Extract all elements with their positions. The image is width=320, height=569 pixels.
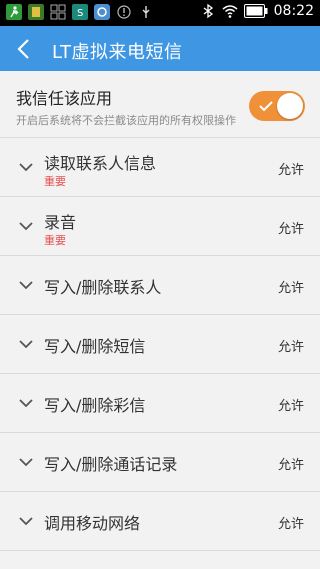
app-icon — [28, 4, 44, 20]
permission-row[interactable]: 写入/删除彩信 允许 — [0, 374, 320, 433]
battery-icon — [243, 4, 268, 18]
permission-status[interactable]: 允许 — [278, 454, 304, 473]
important-tag: 重要 — [44, 234, 66, 247]
permission-status[interactable]: 允许 — [278, 159, 304, 178]
info-icon — [117, 5, 131, 19]
important-tag: 重要 — [44, 175, 66, 188]
permission-label: 录音 — [44, 213, 77, 232]
permission-label: 写入/删除联系人 — [44, 278, 162, 297]
permission-label: 调用移动网络 — [44, 514, 141, 533]
trust-app-title: 我信任该应用 — [16, 89, 113, 108]
chevron-down-icon — [19, 281, 33, 290]
status-bar: S 08:22 — [0, 0, 320, 26]
permission-row[interactable]: 写入/删除短信 允许 — [0, 315, 320, 374]
grid-icon — [50, 4, 66, 20]
update-icon — [94, 4, 110, 20]
permission-status[interactable]: 允许 — [278, 218, 304, 237]
back-button[interactable] — [12, 35, 38, 63]
usb-icon — [142, 6, 150, 18]
permission-status[interactable]: 允许 — [278, 395, 304, 414]
permission-row[interactable]: 写入/删除联系人 允许 — [0, 256, 320, 315]
svg-text:S: S — [77, 8, 83, 19]
chevron-down-icon — [19, 399, 33, 408]
permission-status[interactable]: 允许 — [278, 513, 304, 532]
permission-label: 写入/删除短信 — [44, 337, 146, 356]
s-icon: S — [72, 4, 88, 20]
permission-row[interactable]: 读取联系人信息重要 允许 — [0, 138, 320, 197]
page-title: LT虚拟来电短信 — [52, 42, 183, 63]
chevron-down-icon — [19, 163, 33, 172]
trust-app-description: 开启后系统将不会拦截该应用的所有权限操作 — [16, 114, 236, 127]
notification-icons: S — [6, 4, 154, 20]
permission-row[interactable]: 写入/删除通话记录 允许 — [0, 433, 320, 492]
chevron-down-icon — [19, 517, 33, 526]
system-icons: 08:22 — [200, 3, 314, 19]
wifi-icon — [222, 5, 238, 18]
chevron-down-icon — [19, 340, 33, 349]
clock: 08:22 — [273, 3, 314, 19]
bluetooth-icon — [203, 3, 213, 19]
permission-list: 读取联系人信息 重要 允许 录音 重要 允许 写入/删除联系人 允许 写入/删除短信 允许 写入/删… — [0, 138, 320, 551]
chevron-down-icon — [19, 458, 33, 467]
runner-icon — [6, 4, 22, 20]
permission-row[interactable]: 调用移动网络 允许 — [0, 492, 320, 551]
toggle-knob — [277, 93, 303, 119]
chevron-down-icon — [19, 222, 33, 231]
permission-status[interactable]: 允许 — [278, 277, 304, 296]
permission-row[interactable]: 录音重要 允许 — [0, 197, 320, 256]
permission-status[interactable]: 允许 — [278, 336, 304, 355]
trust-app-toggle[interactable] — [249, 91, 305, 121]
permission-label: 读取联系人信息 — [44, 154, 157, 173]
permission-label: 写入/删除彩信 — [44, 396, 146, 415]
permission-label: 写入/删除通话记录 — [44, 455, 178, 474]
check-icon — [259, 101, 273, 112]
app-bar: LT虚拟来电短信 — [0, 26, 320, 71]
